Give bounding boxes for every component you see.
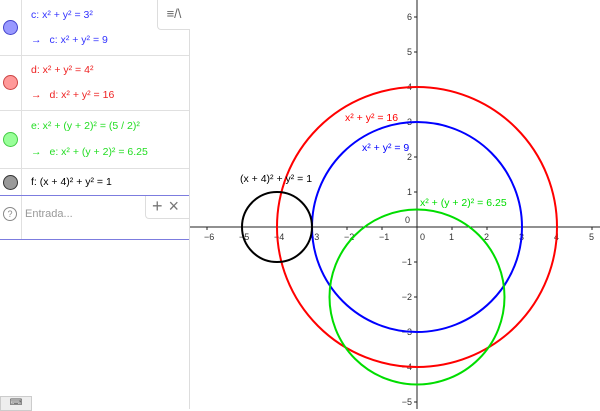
definition[interactable]: d: x² + y² = 4² xyxy=(31,64,93,76)
arrow-icon: → xyxy=(31,34,42,46)
algebra-item-e[interactable]: e: x² + (y + 2)² = (5 / 2)² → e: x² + (y … xyxy=(0,110,189,169)
x-tick-label: 1 xyxy=(449,232,454,242)
label-e: x² + (y + 2)² = 6.25 xyxy=(420,197,507,209)
y-tick-label: 1 xyxy=(407,187,412,197)
divider xyxy=(21,196,22,239)
input-bar[interactable]: ? Entrada... + × xyxy=(0,195,190,240)
input-field[interactable]: Entrada... xyxy=(25,208,73,220)
algebra-item-f[interactable]: f: (x + 4)² + y² = 1 xyxy=(0,168,189,195)
label-f: (x + 4)² + y² = 1 xyxy=(240,173,312,185)
output-text: c: x² + y² = 9 xyxy=(49,34,108,46)
arrow-icon: → xyxy=(31,89,42,101)
definition[interactable]: c: x² + y² = 3² xyxy=(31,9,93,21)
origin-label: 0 xyxy=(405,215,410,225)
label-c: x² + y² = 9 xyxy=(362,142,409,154)
x-tick-label: 0 xyxy=(420,232,425,242)
algebra-view: c: x² + y² = 3² → c: x² + y² = 9 d: x² + … xyxy=(0,0,190,411)
output: → c: x² + y² = 9 xyxy=(31,34,108,46)
help-icon[interactable]: ? xyxy=(3,207,17,221)
visibility-toggle[interactable] xyxy=(3,132,18,147)
definition[interactable]: f: (x + 4)² + y² = 1 xyxy=(31,176,112,188)
output-text: e: x² + (y + 2)² = 6.25 xyxy=(49,146,148,158)
algebra-item-d[interactable]: d: x² + y² = 4² → d: x² + y² = 16 xyxy=(0,55,189,111)
x-tick-label: 5 xyxy=(589,232,594,242)
label-d: x² + y² = 16 xyxy=(345,112,398,124)
y-tick-label: 6 xyxy=(407,12,412,22)
style-bar-toggle-icon[interactable]: ≡/\ xyxy=(157,0,190,30)
close-icon[interactable]: × xyxy=(169,196,180,216)
x-tick-label: −6 xyxy=(204,232,214,242)
visibility-toggle[interactable] xyxy=(3,75,18,90)
output: → e: x² + (y + 2)² = 6.25 xyxy=(31,146,148,158)
add-icon[interactable]: + xyxy=(152,196,163,216)
y-tick-label: −2 xyxy=(402,292,412,302)
arrow-icon: → xyxy=(31,146,42,158)
y-tick-label: 5 xyxy=(407,47,412,57)
y-tick-label: −1 xyxy=(402,257,412,267)
y-tick-label: −5 xyxy=(402,397,412,407)
output: → d: x² + y² = 16 xyxy=(31,89,114,101)
definition[interactable]: e: x² + (y + 2)² = (5 / 2)² xyxy=(31,120,140,132)
x-tick-label: −1 xyxy=(379,232,389,242)
x-tick-label: −4 xyxy=(274,232,284,242)
visibility-toggle[interactable] xyxy=(3,175,18,190)
graphics-view[interactable]: −6 −5 −4 −3 −2 −1 0 1 2 3 4 5−5−4−3−2−11234560x² + … xyxy=(190,0,600,409)
input-buttons: + × xyxy=(145,196,190,219)
visibility-toggle[interactable] xyxy=(3,20,18,35)
output-text: d: x² + y² = 16 xyxy=(49,89,115,101)
